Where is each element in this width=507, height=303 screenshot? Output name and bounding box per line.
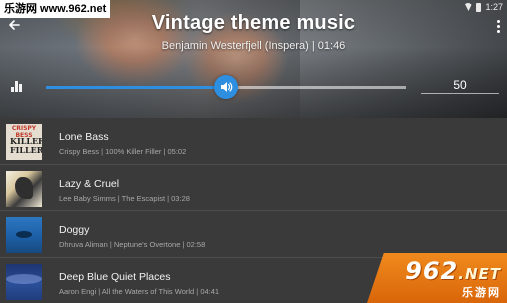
track-meta: Dhruva Aliman | Neptune's Overtone | 02:…: [59, 240, 206, 249]
cover-art-shape: [16, 231, 32, 238]
equalizer-button[interactable]: [11, 80, 23, 92]
track-meta: Crispy Bess | 100% Killer Filler | 05:02: [59, 147, 187, 156]
track-meta: Aaron Engi | All the Waters of This Worl…: [59, 286, 220, 296]
album-cover: CRISPY BESS KILLER FILLER: [6, 124, 42, 160]
watermark-top-text: 乐游网 www.962.net: [0, 0, 111, 18]
list-item[interactable]: CRISPY BESS KILLER FILLER Lone Bass Cris…: [0, 118, 507, 165]
track-title: Lone Bass: [59, 131, 109, 143]
cover-text-main: KILLER FILLER: [10, 136, 42, 155]
equalizer-icon: [11, 87, 14, 92]
track-title: Lazy & Cruel: [59, 177, 120, 190]
watermark-logo: 962.NET 乐游网: [367, 253, 507, 303]
watermark-brand: 962.NET: [405, 257, 501, 285]
speaker-icon: [221, 82, 233, 92]
cover-art-shape: [6, 273, 42, 284]
volume-value-field[interactable]: 50: [421, 76, 499, 94]
battery-icon: [476, 2, 482, 12]
album-cover: [6, 217, 42, 253]
album-cover: [6, 170, 42, 207]
status-time: 1:27: [485, 2, 503, 12]
track-meta: Lee Baby Simms | The Escapist | 03:28: [59, 193, 190, 203]
album-cover: [6, 263, 42, 300]
list-item[interactable]: Lazy & Cruel Lee Baby Simms | The Escapi…: [0, 164, 507, 211]
status-icons: 1:27: [464, 2, 503, 12]
track-title: Deep Blue Quiet Places: [59, 270, 171, 283]
list-item[interactable]: Doggy Dhruva Aliman | Neptune's Overtone…: [0, 211, 507, 258]
cover-art-shape: [15, 176, 33, 199]
volume-slider-thumb[interactable]: [214, 75, 238, 99]
now-playing-subtitle: Benjamin Westerfjell (Inspera) | 01:46: [161, 40, 346, 52]
watermark-subtext: 乐游网: [462, 287, 501, 299]
volume-slider-fill: [46, 86, 226, 89]
track-title: Doggy: [59, 224, 90, 236]
wifi-icon: [464, 3, 473, 11]
